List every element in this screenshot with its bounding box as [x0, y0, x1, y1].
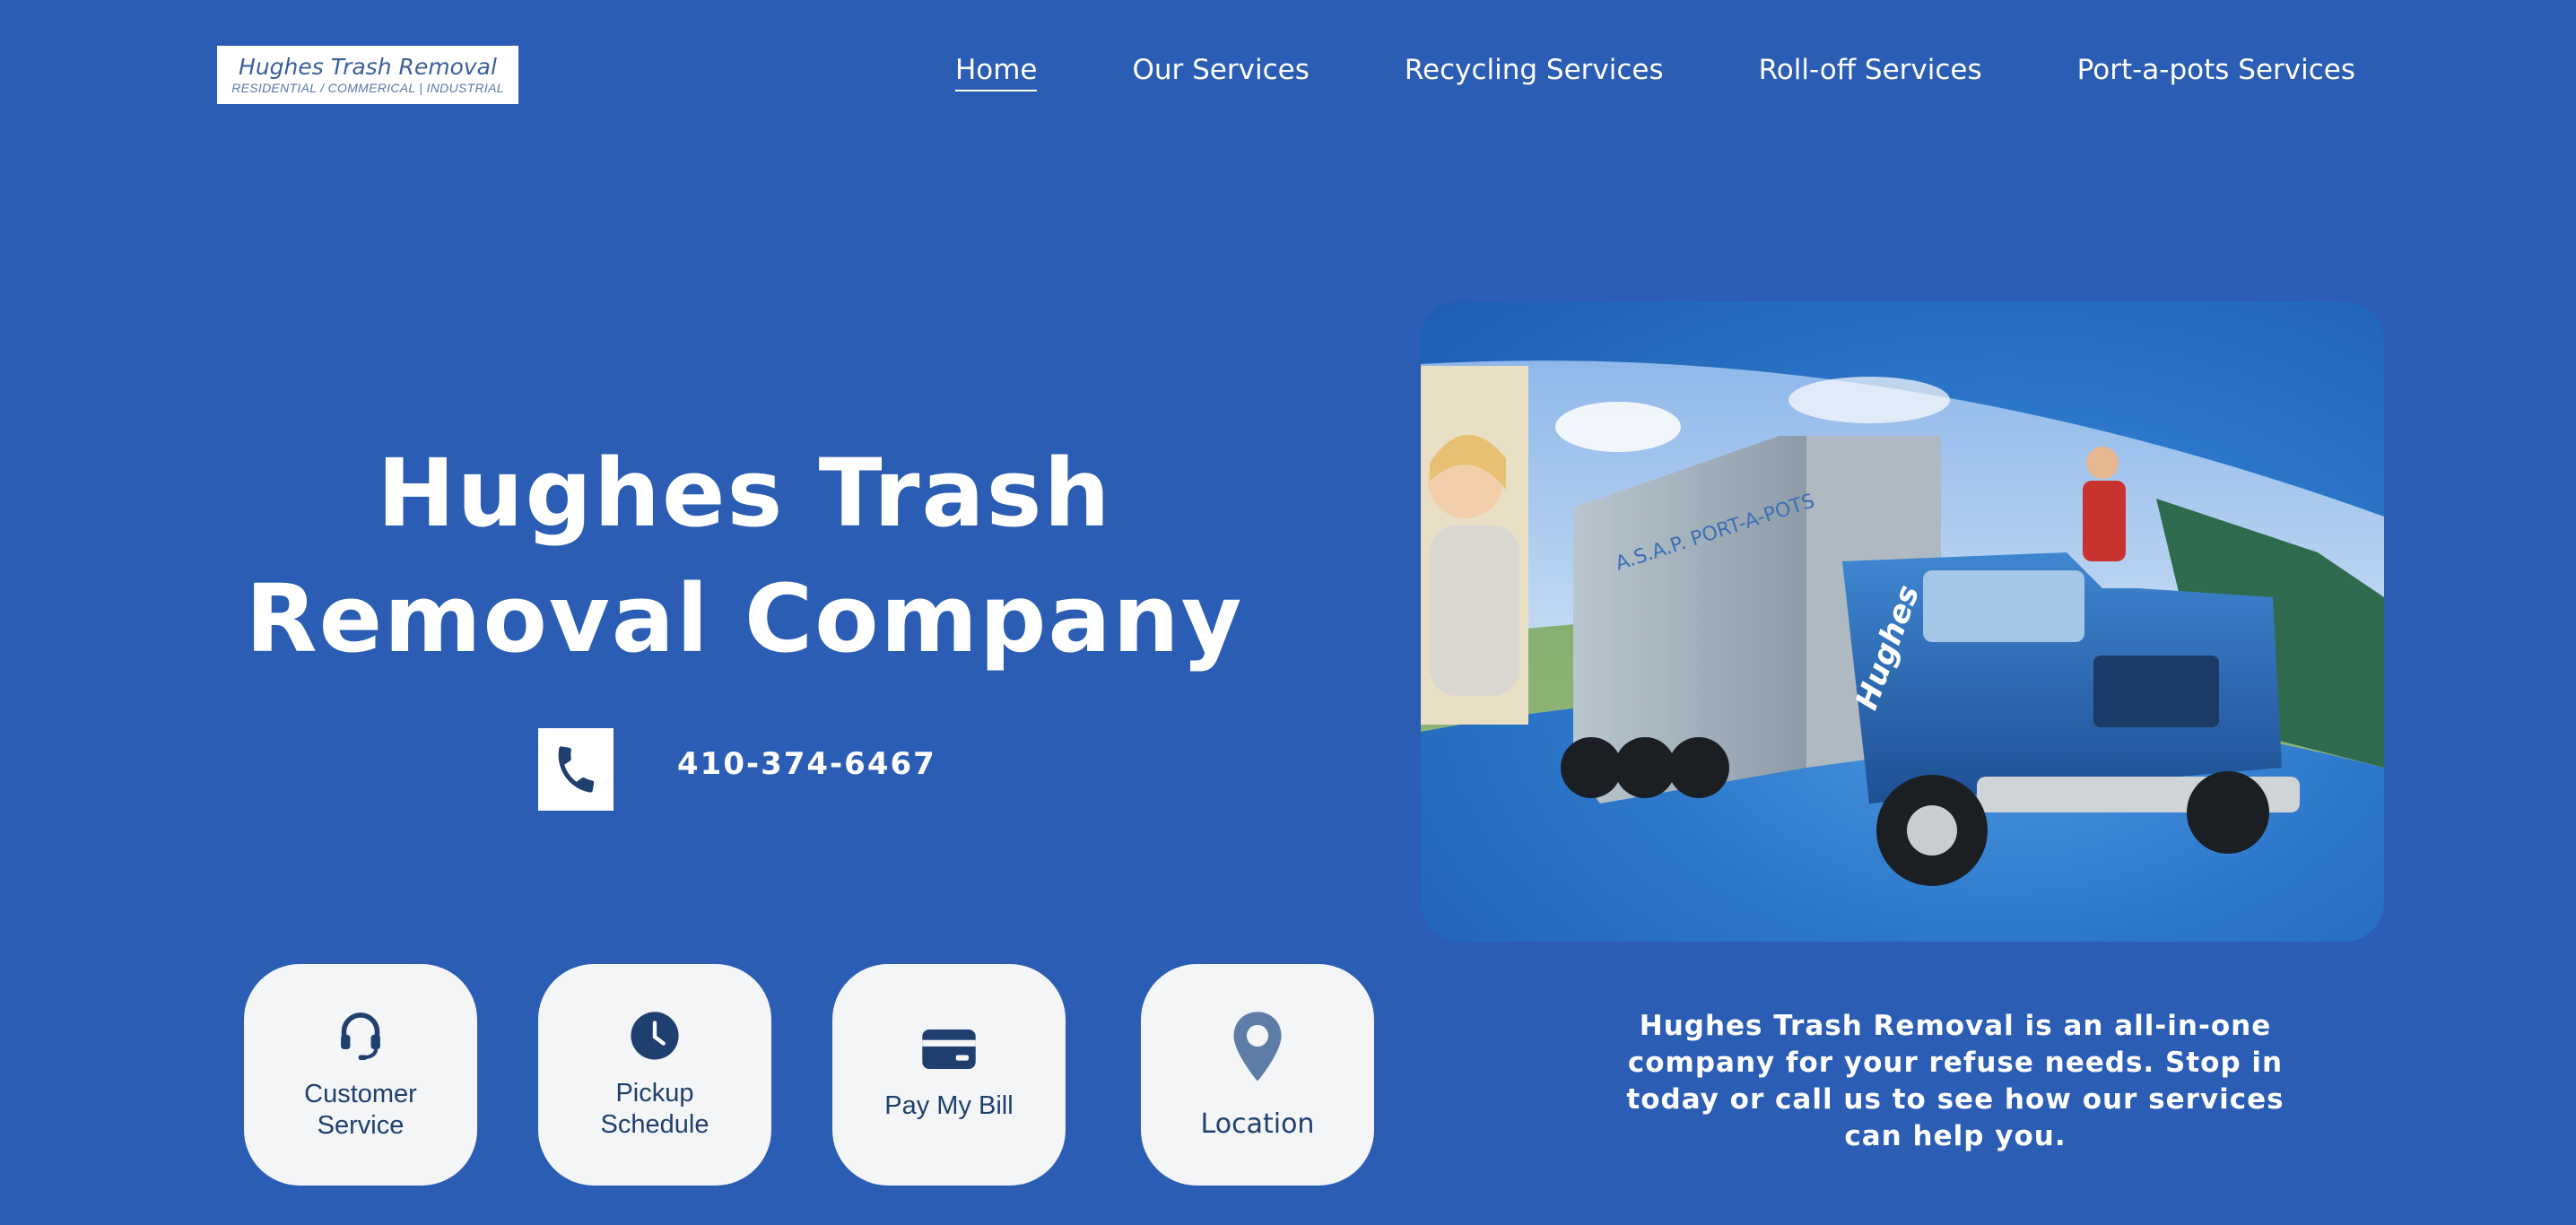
pickup-schedule-label: Pickup Schedule	[600, 1078, 709, 1139]
pay-my-bill-label: Pay My Bill	[884, 1091, 1014, 1120]
customer-service-label: Customer Service	[304, 1079, 417, 1140]
phone-button[interactable]	[538, 728, 614, 811]
pickup-schedule-card[interactable]: Pickup Schedule	[538, 964, 771, 1186]
phone-icon	[558, 746, 595, 793]
logo-subtitle: RESIDENTIAL / COMMERICAL | INDUSTRIAL	[231, 80, 504, 95]
nav-home[interactable]: Home	[954, 54, 1038, 91]
phone-number[interactable]: 410-374-6467	[677, 746, 936, 782]
headset-icon	[335, 1009, 386, 1063]
nav-recycling-services[interactable]: Recycling Services	[1405, 54, 1664, 91]
location-card[interactable]: Location	[1141, 964, 1374, 1186]
customer-service-card[interactable]: Customer Service	[244, 964, 477, 1186]
nav-roll-off-services[interactable]: Roll-off Services	[1759, 54, 1982, 91]
logo[interactable]: Hughes Trash Removal RESIDENTIAL / COMME…	[217, 46, 518, 104]
nav-port-a-pots-services[interactable]: Port-a-pots Services	[2077, 54, 2355, 91]
logo-title: Hughes Trash Removal	[239, 53, 497, 80]
intro-text: Hughes Trash Removal is an all-in-one co…	[1626, 1010, 2284, 1152]
map-pin-icon	[1231, 1010, 1284, 1083]
hero-title-line2: Removal Company	[245, 564, 1244, 673]
hero-title-line1: Hughes Trash	[377, 439, 1112, 548]
truck-illustration: A.S.A.P. PORT-A-POTS Hughes	[1421, 361, 2384, 886]
hero-truck-image: A.S.A.P. PORT-A-POTS Hughes	[1421, 301, 2384, 942]
main-nav: Home Our Services Recycling Services Rol…	[954, 54, 2355, 91]
credit-card-icon	[921, 1028, 977, 1071]
location-label: Location	[1200, 1108, 1315, 1140]
pay-my-bill-card[interactable]: Pay My Bill	[832, 964, 1066, 1186]
clock-icon	[629, 1010, 681, 1062]
nav-our-services[interactable]: Our Services	[1132, 54, 1309, 91]
hero-title: Hughes Trash Removal Company	[215, 430, 1274, 682]
